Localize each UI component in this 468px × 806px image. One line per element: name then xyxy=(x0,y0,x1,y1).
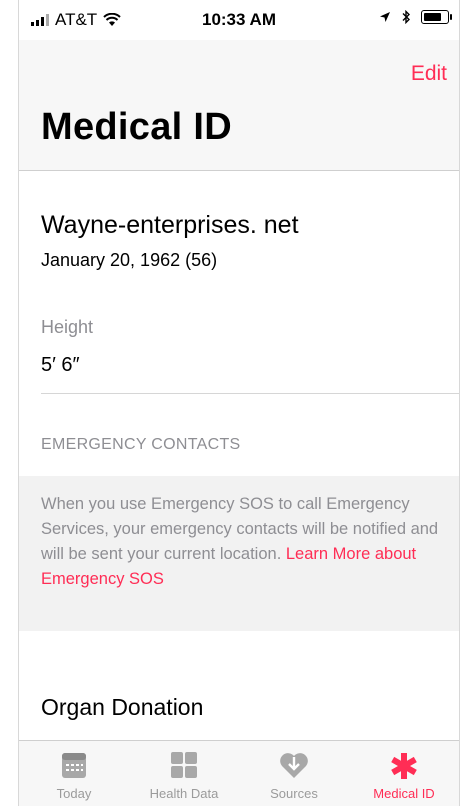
page-title: Medical ID xyxy=(41,106,232,148)
location-arrow-icon xyxy=(380,12,390,22)
divider xyxy=(41,393,459,394)
height-label: Height xyxy=(41,317,94,337)
battery-icon xyxy=(421,10,452,24)
profile-name: Wayne-enterprises. net xyxy=(41,211,299,239)
heart-arrow-icon xyxy=(280,753,308,778)
bluetooth-icon xyxy=(402,10,410,24)
status-right xyxy=(379,10,452,24)
birth-date: January 20, 1962 (56) xyxy=(41,250,218,270)
tab-medical-id[interactable]: Medical ID xyxy=(349,741,459,806)
phone-screen: AT&T 10:33 AM Edit Medical ID Wayne-ente… xyxy=(18,0,460,806)
tab-label: Health Data xyxy=(149,786,219,801)
tab-today[interactable]: Today xyxy=(19,741,129,806)
emergency-info-box: When you use Emergency SOS to call Emerg… xyxy=(19,476,459,631)
calendar-icon xyxy=(62,753,86,778)
emergency-contacts-header: EMERGENCY CONTACTS xyxy=(41,436,241,453)
tab-label: Medical ID xyxy=(373,786,435,801)
status-bar: AT&T 10:33 AM xyxy=(19,0,459,40)
grid-icon xyxy=(171,752,197,778)
emergency-description: When you use Emergency SOS to call Emerg… xyxy=(41,492,451,592)
asterisk-icon xyxy=(391,753,417,779)
edit-button[interactable]: Edit xyxy=(411,62,447,86)
navigation-header: Edit Medical ID xyxy=(19,40,459,171)
height-value: 5′ 6″ xyxy=(41,354,80,376)
organ-donation-label[interactable]: Organ Donation xyxy=(41,694,203,721)
tab-label: Today xyxy=(56,786,92,801)
tab-health-data[interactable]: Health Data xyxy=(129,741,239,806)
tab-sources[interactable]: Sources xyxy=(239,741,349,806)
tab-label: Sources xyxy=(270,786,318,801)
tab-bar: Today Health Data Sources Medical ID xyxy=(19,740,459,806)
